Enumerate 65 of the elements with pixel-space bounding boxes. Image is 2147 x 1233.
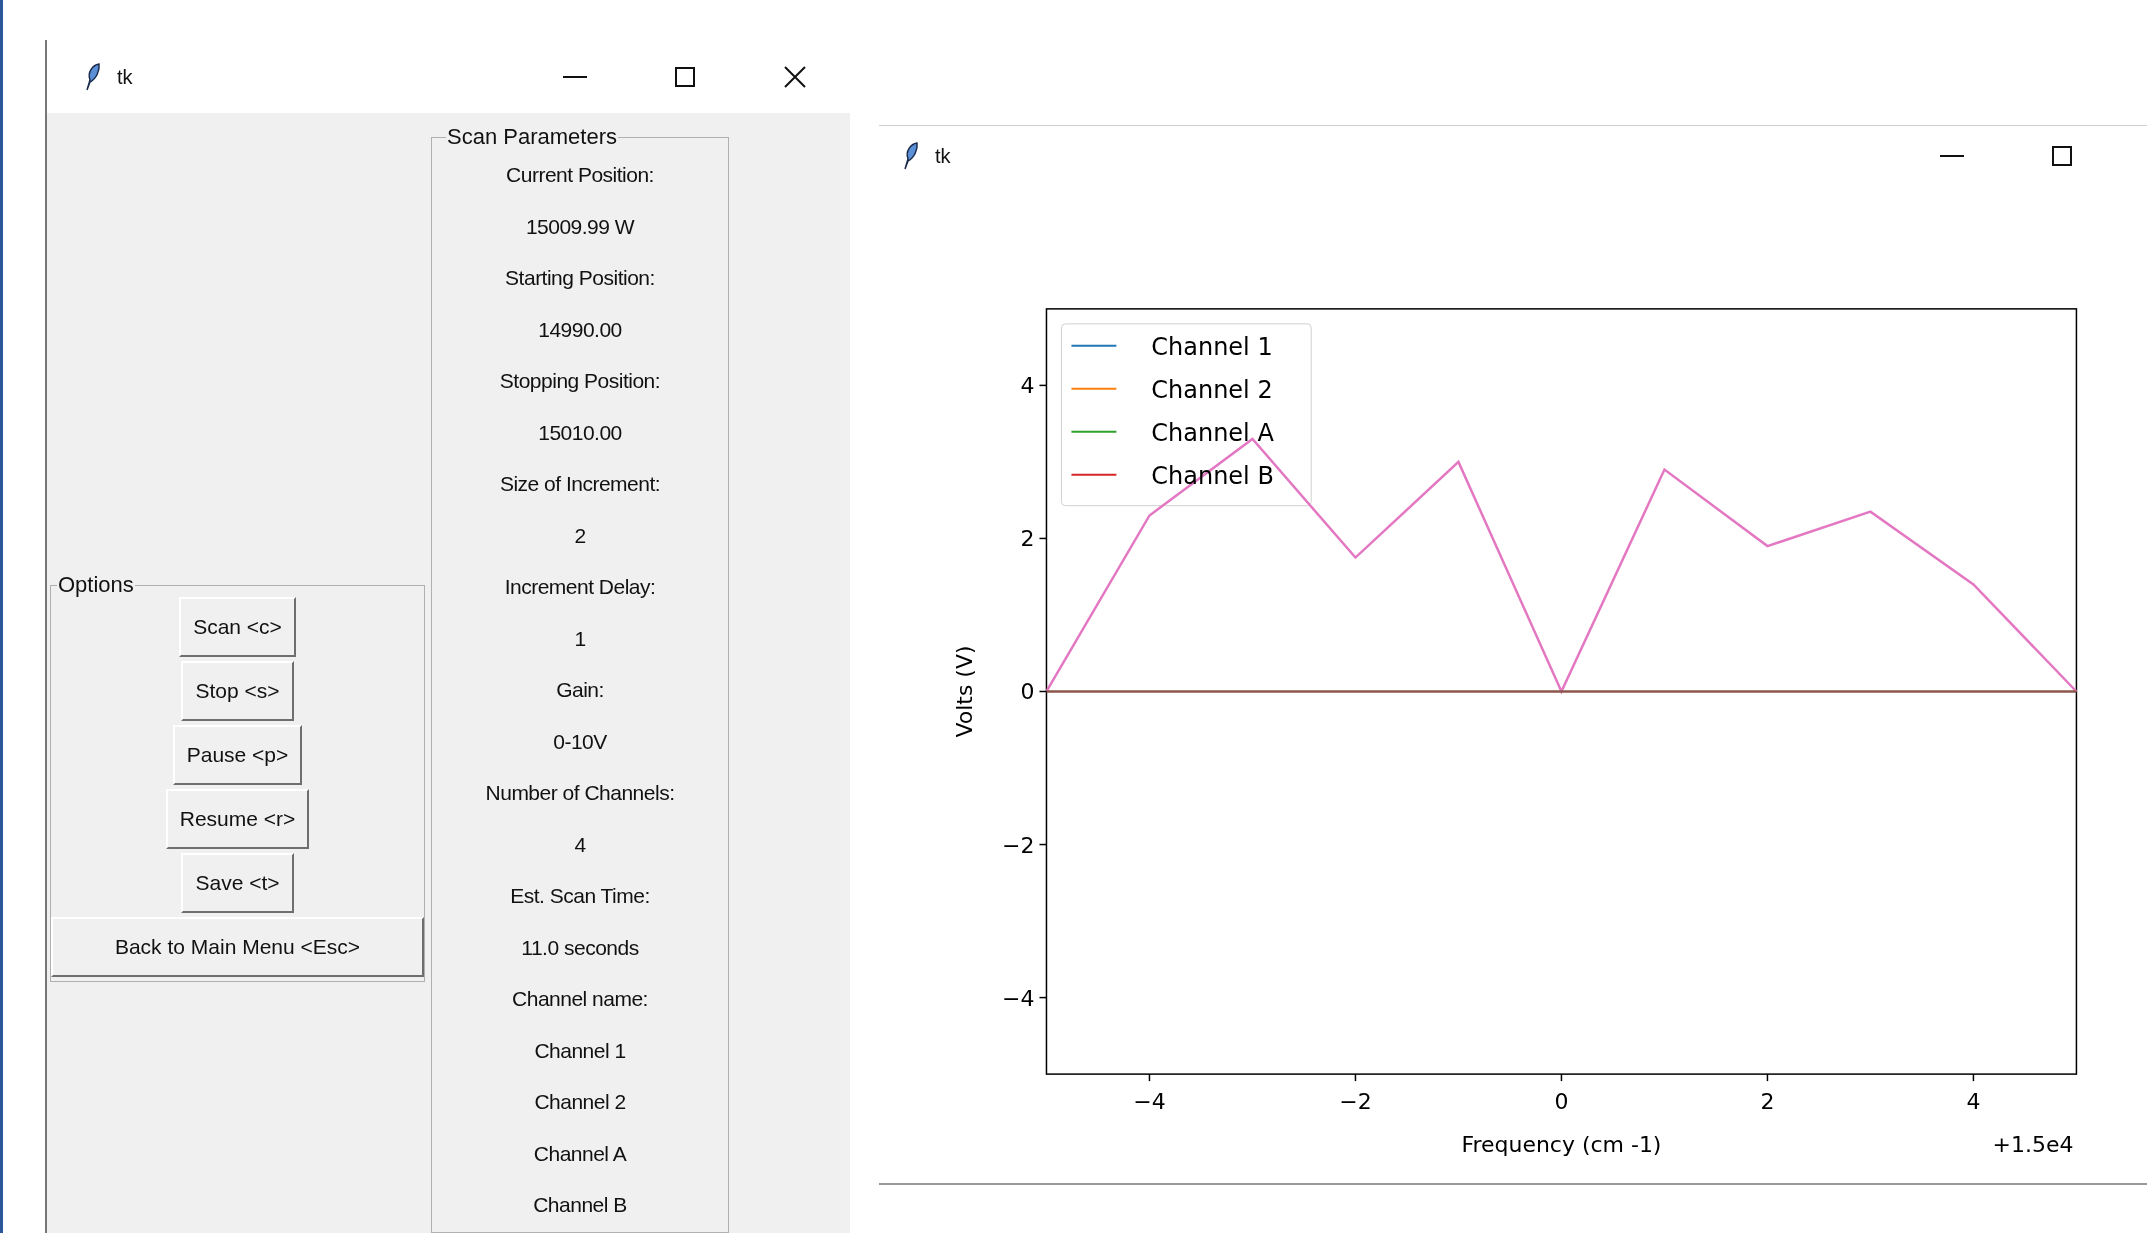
axis-offset-label: +1.5e4	[1992, 1132, 2074, 1158]
maximize-icon	[675, 66, 695, 87]
legend-label: Channel A	[1151, 418, 1274, 447]
x-tick-label: −2	[1339, 1089, 1372, 1115]
feather-icon	[901, 141, 919, 171]
parameter-label: Size of Increment:	[498, 471, 662, 497]
y-tick-label: 2	[1020, 526, 1035, 552]
parameter-label: Increment Delay:	[503, 574, 657, 600]
option-button[interactable]: Stop <s>	[181, 661, 294, 721]
parameter-value: 11.0 seconds	[520, 934, 640, 961]
x-tick-label: −4	[1133, 1089, 1166, 1115]
option-button[interactable]: Pause <p>	[172, 725, 303, 785]
x-tick: −4	[1133, 1073, 1166, 1115]
parameter-label: Stopping Position:	[498, 368, 662, 394]
frame-title: Options	[57, 573, 135, 597]
maximize-icon	[2052, 146, 2072, 166]
y-tick: 4	[1020, 373, 1048, 399]
parameter-value: 2	[573, 522, 587, 549]
option-button[interactable]: Resume <r>	[165, 789, 310, 849]
channel-name: Channel B	[532, 1192, 628, 1218]
y-tick-label: −2	[1002, 832, 1035, 858]
y-tick: −4	[1002, 985, 1048, 1011]
x-tick-label: 0	[1554, 1089, 1569, 1115]
legend-label: Channel 2	[1151, 375, 1273, 404]
x-tick-label: 4	[1966, 1089, 1981, 1115]
parameter-value: 1	[573, 625, 587, 652]
channel-name: Channel 2	[533, 1089, 627, 1115]
legend-label: Channel 1	[1151, 332, 1273, 361]
parameter-label: Starting Position:	[504, 265, 656, 291]
feather-icon	[83, 61, 101, 92]
parameter-label: Est. Scan Time:	[509, 883, 651, 909]
channel-name: Channel 1	[533, 1037, 627, 1064]
parameter-label: Channel name:	[511, 986, 649, 1012]
frame-title: Scan Parameters	[446, 125, 618, 149]
x-tick: 4	[1966, 1073, 1981, 1115]
window-title: tk	[935, 144, 951, 169]
x-tick-label: 2	[1760, 1089, 1775, 1115]
option-button[interactable]: Back to Main Menu <Esc>	[51, 917, 424, 977]
parameter-value: 0-10V	[552, 728, 608, 755]
x-tick: 0	[1554, 1073, 1569, 1115]
legend-label: Channel B	[1151, 461, 1274, 490]
minimize-icon	[563, 75, 587, 78]
minimize-icon	[1940, 155, 1964, 157]
parameter-label: Number of Channels:	[484, 780, 676, 806]
option-button[interactable]: Save <t>	[181, 853, 294, 913]
y-tick: −2	[1002, 832, 1048, 858]
x-tick: −2	[1339, 1073, 1372, 1115]
y-tick-label: 0	[1020, 679, 1035, 705]
parameter-value: 15010.00	[537, 419, 623, 446]
parameter-value: 14990.00	[537, 316, 623, 343]
option-button[interactable]: Scan <c>	[179, 597, 296, 657]
y-tick-label: 4	[1020, 373, 1035, 399]
parameter-label: Gain:	[555, 677, 605, 703]
window-title: tk	[117, 64, 133, 90]
channel-name: Channel A	[532, 1140, 628, 1167]
y-tick: 0	[1020, 679, 1048, 705]
y-tick: 2	[1020, 526, 1048, 552]
parameter-value: 4	[573, 831, 587, 858]
close-icon	[784, 65, 806, 88]
y-axis-label: Volts (V)	[951, 645, 977, 738]
parameter-label: Current Position:	[505, 162, 655, 188]
x-tick: 2	[1760, 1073, 1775, 1115]
parameter-value: 15009.99 W	[524, 213, 636, 240]
x-axis-label: Frequency (cm -1)	[1461, 1132, 1662, 1158]
y-tick-label: −4	[1002, 985, 1035, 1011]
